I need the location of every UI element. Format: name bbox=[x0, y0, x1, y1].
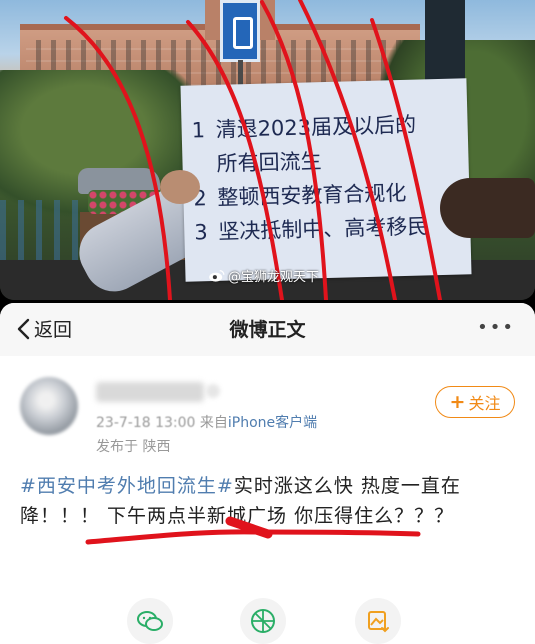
share-actions bbox=[0, 598, 535, 644]
right-hand bbox=[440, 178, 535, 238]
post-text: #西安中考外地回流生#实时涨这么快 热度一直在降！！！ 下午两点半新城广场 你压… bbox=[20, 471, 500, 531]
protest-sign-paper: 1 清退2023届及以后的 所有回流生 2 整顿西安教育合规化 3 坚决抵制中、高考移… bbox=[180, 78, 472, 282]
navigation-bar: 返回 微博正文 ••• bbox=[0, 303, 535, 353]
save-image-icon bbox=[368, 611, 389, 633]
share-moments-button[interactable] bbox=[240, 598, 286, 644]
plus-icon: + bbox=[449, 390, 466, 413]
post-location: 发布于 陕西 bbox=[96, 439, 171, 455]
save-image-button[interactable] bbox=[355, 598, 401, 644]
back-label: 返回 bbox=[34, 319, 73, 341]
crosswalk-sign bbox=[220, 0, 260, 62]
sign-line-3: 3 坚决抵制中、高考移民 bbox=[194, 214, 429, 245]
weibo-watermark: @宝狮龙观天下 bbox=[208, 266, 319, 285]
chevron-left-icon bbox=[17, 318, 30, 339]
follow-button[interactable]: + 关注 bbox=[435, 386, 515, 418]
back-button[interactable]: 返回 bbox=[16, 315, 72, 342]
verified-badge-icon bbox=[206, 384, 220, 398]
protest-photo: 1 清退2023届及以后的 所有回流生 2 整顿西安教育合规化 3 坚决抵制中、高考移… bbox=[0, 0, 535, 300]
weibo-icon bbox=[209, 269, 225, 282]
source-prefix: 来自 bbox=[199, 415, 228, 431]
username-blurred[interactable] bbox=[96, 382, 204, 402]
wechat-icon bbox=[137, 611, 163, 631]
post-meta: 23-7-18 13:00 来自iPhone客户端 bbox=[96, 412, 317, 432]
client-link[interactable]: iPhone客户端 bbox=[228, 415, 317, 431]
watermark-text: @宝狮龙观天下 bbox=[228, 270, 320, 285]
more-options-icon[interactable]: ••• bbox=[477, 317, 515, 338]
hashtag-link[interactable]: #西安中考外地回流生# bbox=[20, 475, 234, 497]
post-body: 23-7-18 13:00 来自iPhone客户端 发布于 陕西 + 关注 #西… bbox=[0, 356, 535, 644]
left-hand bbox=[160, 170, 200, 204]
moments-icon bbox=[251, 609, 275, 633]
weibo-post-screen: 返回 微博正文 ••• 23-7-18 13:00 来自iPhone客户端 发布… bbox=[0, 303, 535, 644]
share-wechat-button[interactable] bbox=[127, 598, 173, 644]
avatar[interactable] bbox=[20, 377, 78, 435]
follow-label: 关注 bbox=[468, 394, 501, 413]
post-date: 23-7-18 13:00 bbox=[96, 415, 196, 431]
page-title: 微博正文 bbox=[229, 318, 306, 341]
